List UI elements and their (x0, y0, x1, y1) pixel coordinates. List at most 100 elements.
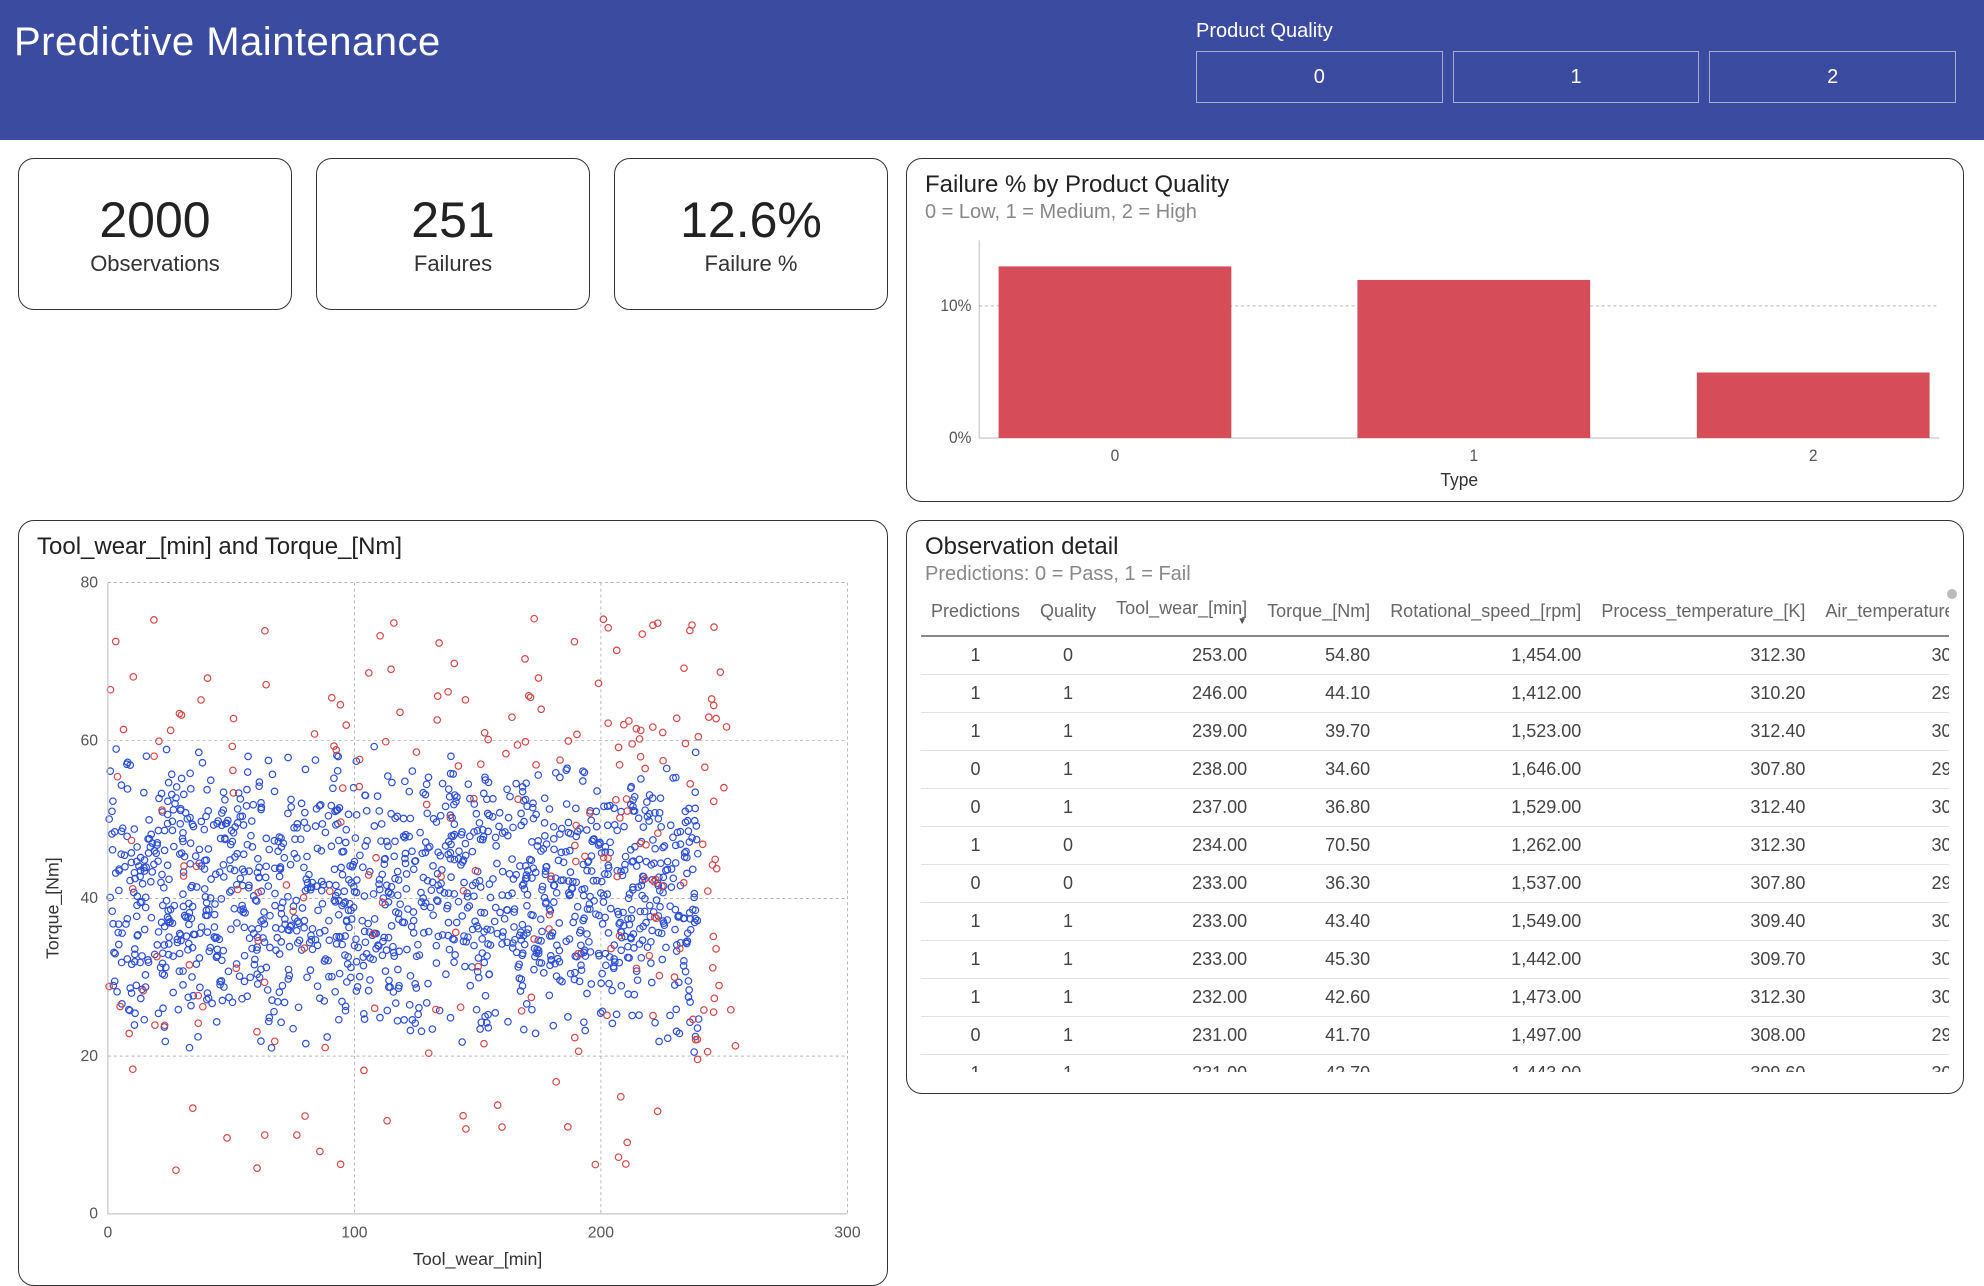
table-cell: 1,523.00 (1380, 713, 1591, 751)
svg-text:0: 0 (1111, 446, 1120, 465)
table-cell: 302.80 (1815, 789, 1949, 827)
page-title: Predictive Maintenance (14, 20, 441, 65)
svg-text:1: 1 (1469, 446, 1478, 465)
bar-chart-panel[interactable]: Failure % by Product Quality 0 = Low, 1 … (906, 158, 1964, 502)
table-cell: 231.00 (1106, 1017, 1257, 1055)
table-cell: 307.80 (1591, 751, 1815, 789)
table-cell: 0 (921, 751, 1030, 789)
kpi-observations: 2000 Observations (18, 158, 292, 310)
table-cell: 54.80 (1257, 636, 1380, 675)
table-cell: 309.70 (1591, 941, 1815, 979)
svg-text:Torque_[Nm]: Torque_[Nm] (43, 857, 64, 959)
slicer-label: Product Quality (1196, 20, 1956, 43)
table-cell: 1,443.00 (1380, 1055, 1591, 1073)
table-cell: 309.40 (1591, 903, 1815, 941)
table-cell: 253.00 (1106, 636, 1257, 675)
table-cell: 1 (921, 941, 1030, 979)
table-cell: 233.00 (1106, 903, 1257, 941)
column-header[interactable]: Torque_[Nm] (1257, 592, 1380, 636)
table-cell: 1,442.00 (1380, 941, 1591, 979)
svg-text:0: 0 (103, 1225, 112, 1242)
svg-text:10%: 10% (940, 297, 971, 316)
table-cell: 1,537.00 (1380, 865, 1591, 903)
column-header[interactable]: Tool_wear_[min]▼ (1106, 592, 1257, 636)
table-cell: 0 (1030, 827, 1106, 865)
table-cell: 1 (1030, 1055, 1106, 1073)
table-cell: 1,646.00 (1380, 751, 1591, 789)
svg-text:20: 20 (80, 1048, 98, 1065)
table-cell: 0 (921, 1017, 1030, 1055)
table-cell: 45.30 (1257, 941, 1380, 979)
table-row[interactable]: 11232.0042.601,473.00312.30302.80 (921, 979, 1949, 1017)
scatter-chart-title: Tool_wear_[min] and Torque_[Nm] (37, 533, 873, 561)
table-cell: 312.30 (1591, 827, 1815, 865)
table-cell: 41.70 (1257, 1017, 1380, 1055)
table-row[interactable]: 10253.0054.801,454.00312.30302.60 (921, 636, 1949, 675)
column-header[interactable]: Quality (1030, 592, 1106, 636)
table-cell: 237.00 (1106, 789, 1257, 827)
scatter-chart-panel[interactable]: Tool_wear_[min] and Torque_[Nm] 01002003… (18, 520, 888, 1286)
column-header[interactable]: Predictions (921, 592, 1030, 636)
table-cell: 310.20 (1591, 675, 1815, 713)
table-cell: 42.70 (1257, 1055, 1380, 1073)
svg-text:0: 0 (89, 1206, 98, 1223)
svg-text:100: 100 (341, 1225, 368, 1242)
table-cell: 231.00 (1106, 1055, 1257, 1073)
table-cell: 0 (921, 865, 1030, 903)
table-row[interactable]: 01237.0036.801,529.00312.40302.80 (921, 789, 1949, 827)
observation-table-panel[interactable]: Observation detail Predictions: 0 = Pass… (906, 520, 1964, 1094)
svg-text:0%: 0% (949, 429, 971, 448)
table-row[interactable]: 11233.0043.401,549.00309.40300.60 (921, 903, 1949, 941)
table-cell: 1,473.00 (1380, 979, 1591, 1017)
table-cell: 301.80 (1815, 1055, 1949, 1073)
table-row[interactable]: 11246.0044.101,412.00310.20299.00 (921, 675, 1949, 713)
table-row[interactable]: 11233.0045.301,442.00309.70301.80 (921, 941, 1949, 979)
table-cell: 312.30 (1591, 636, 1815, 675)
kpi-value: 2000 (99, 191, 210, 249)
column-header[interactable]: Process_temperature_[K] (1591, 592, 1815, 636)
table-cell: 1 (921, 636, 1030, 675)
kpi-failures: 251 Failures (316, 158, 590, 310)
scatter-chart: 0100200300020406080 Tool_wear_[min] Torq… (33, 563, 873, 1273)
column-header[interactable]: Air_temperature_[K] (1815, 592, 1949, 636)
table-cell: 239.00 (1106, 713, 1257, 751)
table-cell: 300.60 (1815, 903, 1949, 941)
column-header[interactable]: Rotational_speed_[rpm] (1380, 592, 1591, 636)
bar-chart: 0% 10% 0 1 2 Type (921, 230, 1949, 490)
table-row[interactable]: 01238.0034.601,646.00307.80296.70 (921, 751, 1949, 789)
sort-desc-icon: ▼ (1116, 619, 1247, 625)
table-cell: 308.00 (1591, 1017, 1815, 1055)
kpi-value: 251 (411, 191, 494, 249)
table-cell: 296.80 (1815, 1017, 1949, 1055)
table-cell: 1 (1030, 751, 1106, 789)
table-title: Observation detail (925, 533, 1949, 561)
table-cell: 1 (1030, 941, 1106, 979)
slicer-option-0[interactable]: 0 (1196, 51, 1443, 103)
svg-text:200: 200 (588, 1225, 615, 1242)
table-cell: 1,454.00 (1380, 636, 1591, 675)
table-row[interactable]: 00233.0036.301,537.00307.80296.70 (921, 865, 1949, 903)
table-cell: 1 (921, 675, 1030, 713)
table-row[interactable]: 10234.0070.501,262.00312.30302.80 (921, 827, 1949, 865)
table-cell: 1 (1030, 903, 1106, 941)
kpi-value: 12.6% (680, 191, 822, 249)
kpi-label: Observations (90, 251, 220, 277)
table-cell: 1 (1030, 713, 1106, 751)
slicer-option-1[interactable]: 1 (1453, 51, 1700, 103)
table-row[interactable]: 11239.0039.701,523.00312.40302.80 (921, 713, 1949, 751)
table-cell: 233.00 (1106, 941, 1257, 979)
table-cell: 0 (921, 789, 1030, 827)
bar-chart-subtitle: 0 = Low, 1 = Medium, 2 = High (925, 201, 1949, 224)
table-row[interactable]: 01231.0041.701,497.00308.00296.80 (921, 1017, 1949, 1055)
table-cell: 302.60 (1815, 636, 1949, 675)
table-cell: 34.60 (1257, 751, 1380, 789)
table-cell: 246.00 (1106, 675, 1257, 713)
slicer-option-2[interactable]: 2 (1709, 51, 1956, 103)
svg-text:2: 2 (1809, 446, 1818, 465)
table-row[interactable]: 11231.0042.701,443.00309.60301.80 (921, 1055, 1949, 1073)
kpi-failure-pct: 12.6% Failure % (614, 158, 888, 310)
kpi-label: Failures (414, 251, 492, 277)
table-cell: 1,549.00 (1380, 903, 1591, 941)
kpi-label: Failure % (705, 251, 798, 277)
table-cell: 0 (1030, 865, 1106, 903)
